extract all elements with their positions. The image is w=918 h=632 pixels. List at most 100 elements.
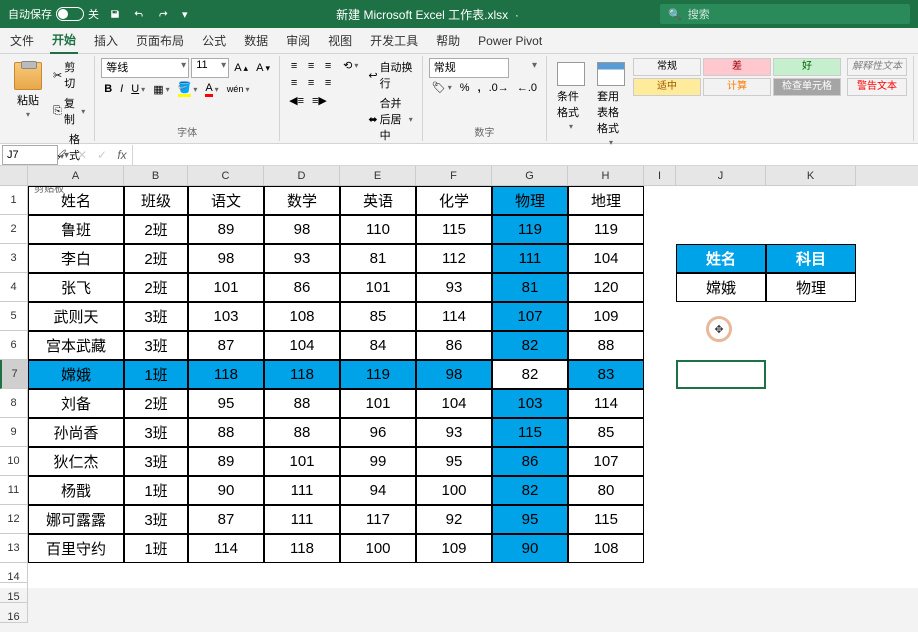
- cell-B3[interactable]: 2班: [124, 244, 188, 273]
- tab-插入[interactable]: 插入: [92, 28, 120, 53]
- cell-C4[interactable]: 101: [188, 273, 264, 302]
- toggle-switch[interactable]: [56, 7, 84, 21]
- tab-Power Pivot[interactable]: Power Pivot: [476, 30, 544, 52]
- cell-H9[interactable]: 85: [568, 418, 644, 447]
- col-header-J[interactable]: J: [676, 166, 766, 186]
- cell-B4[interactable]: 2班: [124, 273, 188, 302]
- redo-icon[interactable]: [155, 6, 171, 22]
- cell-B11[interactable]: 1班: [124, 476, 188, 505]
- cell-E1[interactable]: 英语: [340, 186, 416, 215]
- cell-C1[interactable]: 语文: [188, 186, 264, 215]
- cell-F1[interactable]: 化学: [416, 186, 492, 215]
- col-header-F[interactable]: F: [416, 166, 492, 186]
- cell-J4[interactable]: 嫦娥: [676, 273, 766, 302]
- row-header-2[interactable]: 2: [0, 215, 28, 244]
- cell-G1[interactable]: 物理: [492, 186, 568, 215]
- cell-G12[interactable]: 95: [492, 505, 568, 534]
- search-box[interactable]: 🔍 搜索: [660, 4, 910, 24]
- cell-A7[interactable]: 嫦娥: [28, 360, 124, 389]
- cell-H10[interactable]: 107: [568, 447, 644, 476]
- tab-数据[interactable]: 数据: [242, 28, 270, 53]
- cell-G6[interactable]: 82: [492, 331, 568, 360]
- grid[interactable]: 姓名班级语文数学英语化学物理地理鲁班2班8998110115119119李白2班…: [28, 186, 918, 586]
- bold-button[interactable]: B: [101, 82, 115, 96]
- font-name-select[interactable]: 等线: [101, 58, 189, 78]
- cell-D5[interactable]: 108: [264, 302, 340, 331]
- cell-H8[interactable]: 114: [568, 389, 644, 418]
- tab-帮助[interactable]: 帮助: [434, 28, 462, 53]
- tab-审阅[interactable]: 审阅: [284, 28, 312, 53]
- cell-F13[interactable]: 109: [416, 534, 492, 563]
- cell-G11[interactable]: 82: [492, 476, 568, 505]
- align-right-button[interactable]: ≡: [320, 75, 336, 91]
- fill-color-button[interactable]: 🪣▾: [175, 80, 201, 98]
- cell-C5[interactable]: 103: [188, 302, 264, 331]
- accounting-format-button[interactable]: 🏷▾: [429, 80, 455, 95]
- cell-E2[interactable]: 110: [340, 215, 416, 244]
- cell-H12[interactable]: 115: [568, 505, 644, 534]
- cell-G10[interactable]: 86: [492, 447, 568, 476]
- cell-B6[interactable]: 3班: [124, 331, 188, 360]
- cell-C6[interactable]: 87: [188, 331, 264, 360]
- formula-input[interactable]: [132, 145, 918, 165]
- cell-F4[interactable]: 93: [416, 273, 492, 302]
- cell-A5[interactable]: 武则天: [28, 302, 124, 331]
- style-neutral[interactable]: 适中: [633, 78, 701, 96]
- col-header-D[interactable]: D: [264, 166, 340, 186]
- cell-E5[interactable]: 85: [340, 302, 416, 331]
- cell-A1[interactable]: 姓名: [28, 186, 124, 215]
- undo-icon[interactable]: [131, 6, 147, 22]
- cell-F3[interactable]: 112: [416, 244, 492, 273]
- cell-F5[interactable]: 114: [416, 302, 492, 331]
- cell-C11[interactable]: 90: [188, 476, 264, 505]
- autosave-toggle[interactable]: 自动保存 关: [8, 6, 99, 22]
- cell-H7[interactable]: 83: [568, 360, 644, 389]
- save-icon[interactable]: [107, 6, 123, 22]
- tab-文件[interactable]: 文件: [8, 28, 36, 53]
- cell-C13[interactable]: 114: [188, 534, 264, 563]
- cell-C7[interactable]: 118: [188, 360, 264, 389]
- col-header-A[interactable]: A: [28, 166, 124, 186]
- format-as-table-button[interactable]: 套用表格格式▾: [593, 58, 629, 151]
- cell-D9[interactable]: 88: [264, 418, 340, 447]
- cell-D6[interactable]: 104: [264, 331, 340, 360]
- cell-C9[interactable]: 88: [188, 418, 264, 447]
- cell-A8[interactable]: 刘备: [28, 389, 124, 418]
- copy-button[interactable]: ⎘复制▾: [50, 94, 88, 128]
- orientation-button[interactable]: ⟲▾: [340, 58, 361, 73]
- cell-H1[interactable]: 地理: [568, 186, 644, 215]
- phonetic-button[interactable]: wén▾: [224, 83, 253, 95]
- increase-font-button[interactable]: A▴: [231, 61, 251, 75]
- cell-G8[interactable]: 103: [492, 389, 568, 418]
- cell-F2[interactable]: 115: [416, 215, 492, 244]
- qat-more-icon[interactable]: ▾: [179, 6, 195, 22]
- cell-B9[interactable]: 3班: [124, 418, 188, 447]
- cell-D4[interactable]: 86: [264, 273, 340, 302]
- cell-D12[interactable]: 111: [264, 505, 340, 534]
- cell-A12[interactable]: 娜可露露: [28, 505, 124, 534]
- col-header-K[interactable]: K: [766, 166, 856, 186]
- cell-F7[interactable]: 98: [416, 360, 492, 389]
- cell-E10[interactable]: 99: [340, 447, 416, 476]
- row-header-1[interactable]: 1: [0, 186, 28, 215]
- cell-G7[interactable]: 82: [492, 360, 568, 389]
- cell-D10[interactable]: 101: [264, 447, 340, 476]
- cell-F10[interactable]: 95: [416, 447, 492, 476]
- style-bad[interactable]: 差: [703, 58, 771, 76]
- cell-G5[interactable]: 107: [492, 302, 568, 331]
- cell-D7[interactable]: 118: [264, 360, 340, 389]
- cell-B1[interactable]: 班级: [124, 186, 188, 215]
- style-good[interactable]: 好: [773, 58, 841, 76]
- fx-button[interactable]: fx: [112, 148, 132, 162]
- row-header-3[interactable]: 3: [0, 244, 28, 273]
- align-top-button[interactable]: ≡: [286, 58, 302, 74]
- cell-H13[interactable]: 108: [568, 534, 644, 563]
- align-middle-button[interactable]: ≡: [303, 58, 319, 74]
- cell-B2[interactable]: 2班: [124, 215, 188, 244]
- select-all-corner[interactable]: [0, 166, 28, 186]
- cell-D1[interactable]: 数学: [264, 186, 340, 215]
- row-header-6[interactable]: 6: [0, 331, 28, 360]
- cell-F9[interactable]: 93: [416, 418, 492, 447]
- row-header-16[interactable]: 16: [0, 603, 28, 623]
- cell-C8[interactable]: 95: [188, 389, 264, 418]
